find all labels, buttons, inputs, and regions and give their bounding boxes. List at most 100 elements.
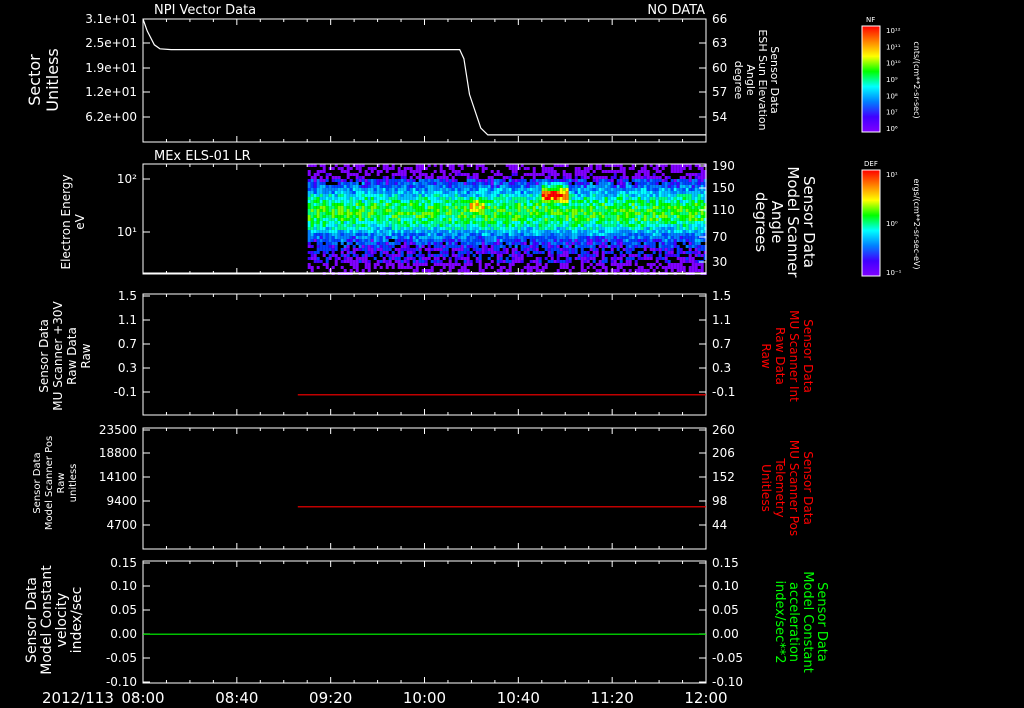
ylabel-left-line: velocity: [54, 593, 70, 648]
spectrogram-cell: [397, 200, 401, 203]
spectrogram-cell: [694, 218, 698, 221]
spectrogram-cell: [565, 215, 569, 218]
spectrogram-cell: [592, 194, 596, 197]
spectrogram-cell: [445, 206, 449, 209]
spectrogram-cell: [517, 257, 521, 260]
spectrogram-cell: [598, 230, 602, 233]
spectrogram-cell: [589, 227, 593, 230]
spectrogram-cell: [346, 185, 350, 188]
spectrogram-cell: [403, 197, 407, 200]
spectrogram-cell: [580, 221, 584, 224]
spectrogram-cell: [505, 224, 509, 227]
spectrogram-cell: [460, 185, 464, 188]
spectrogram-cell: [334, 194, 338, 197]
spectrogram-cell: [370, 167, 374, 170]
spectrogram-cell: [493, 242, 497, 245]
spectrogram-cell: [535, 236, 539, 239]
spectrogram-cell: [397, 266, 401, 269]
spectrogram-cell: [328, 224, 332, 227]
spectrogram-cell: [484, 194, 488, 197]
spectrogram-cell: [691, 269, 695, 272]
spectrogram-cell: [619, 179, 623, 182]
spectrogram-cell: [580, 248, 584, 251]
spectrogram-cell: [535, 200, 539, 203]
spectrogram-cell: [469, 245, 473, 248]
spectrogram-cell: [571, 179, 575, 182]
spectrogram-cell: [523, 194, 527, 197]
spectrogram-cell: [313, 260, 317, 263]
spectrogram-cell: [343, 200, 347, 203]
spectrogram-cell: [586, 254, 590, 257]
spectrogram-cell: [322, 203, 326, 206]
spectrogram-cell: [310, 239, 314, 242]
spectrogram-cell: [619, 266, 623, 269]
spectrogram-cell: [502, 215, 506, 218]
spectrogram-cell: [643, 200, 647, 203]
spectrogram-cell: [580, 251, 584, 254]
spectrogram-cell: [316, 203, 320, 206]
spectrogram-cell: [577, 212, 581, 215]
spectrogram-cell: [349, 209, 353, 212]
spectrogram-cell: [502, 191, 506, 194]
spectrogram-cell: [598, 245, 602, 248]
spectrogram-cell: [484, 197, 488, 200]
spectrogram-cell: [655, 191, 659, 194]
spectrogram-cell: [358, 218, 362, 221]
spectrogram-cell: [646, 239, 650, 242]
plot-canvas: NPI Vector Data NO DATA 3.1e+012.5e+011.…: [24, 3, 921, 707]
spectrogram-cell: [613, 227, 617, 230]
spectrogram-cell: [412, 260, 416, 263]
spectrogram-cell: [487, 242, 491, 245]
spectrogram-cell: [400, 245, 404, 248]
spectrogram-cell: [529, 224, 533, 227]
spectrogram-cell: [361, 254, 365, 257]
spectrogram-cell: [457, 191, 461, 194]
spectrogram-cell: [676, 203, 680, 206]
spectrogram-cell: [694, 197, 698, 200]
spectrogram-cell: [421, 197, 425, 200]
spectrogram-cell: [406, 200, 410, 203]
ylabel-right-line: Raw Data: [773, 327, 787, 385]
spectrogram-cell: [586, 221, 590, 224]
spectrogram-cell: [433, 242, 437, 245]
spectrogram-cell: [403, 185, 407, 188]
spectrogram-cell: [547, 176, 551, 179]
spectrogram-cell: [559, 251, 563, 254]
spectrogram-cell: [388, 230, 392, 233]
spectrogram-cell: [523, 185, 527, 188]
y-tick-label-left: 1.9e+01: [85, 61, 137, 75]
spectrogram-cell: [337, 215, 341, 218]
spectrogram-cell: [484, 266, 488, 269]
spectrogram-cell: [529, 221, 533, 224]
spectrogram-cell: [559, 230, 563, 233]
spectrogram-cell: [676, 257, 680, 260]
spectrogram-cell: [475, 248, 479, 251]
spectrogram-cell: [445, 197, 449, 200]
spectrogram-cell: [427, 176, 431, 179]
spectrogram-cell: [340, 230, 344, 233]
spectrogram-cell: [538, 188, 542, 191]
spectrogram-cell: [538, 194, 542, 197]
spectrogram-cell: [649, 212, 653, 215]
spectrogram-cell: [343, 212, 347, 215]
spectrogram-cell: [358, 197, 362, 200]
spectrogram-cell: [397, 236, 401, 239]
spectrogram-cell: [478, 239, 482, 242]
spectrogram-cell: [637, 221, 641, 224]
spectrogram-cell: [439, 251, 443, 254]
spectrogram-cell: [595, 239, 599, 242]
spectrogram-cell: [643, 242, 647, 245]
spectrogram-cell: [559, 215, 563, 218]
spectrogram-cell: [649, 242, 653, 245]
spectrogram-cell: [526, 188, 530, 191]
spectrogram-cell: [334, 209, 338, 212]
spectrogram-cell: [586, 242, 590, 245]
spectrogram-cell: [349, 194, 353, 197]
spectrogram-cell: [673, 200, 677, 203]
spectrogram-cell: [325, 206, 329, 209]
spectrogram-cell: [646, 269, 650, 272]
spectrogram-cell: [580, 245, 584, 248]
spectrogram-cell: [442, 248, 446, 251]
spectrogram-cell: [442, 209, 446, 212]
spectrogram-cell: [343, 269, 347, 272]
